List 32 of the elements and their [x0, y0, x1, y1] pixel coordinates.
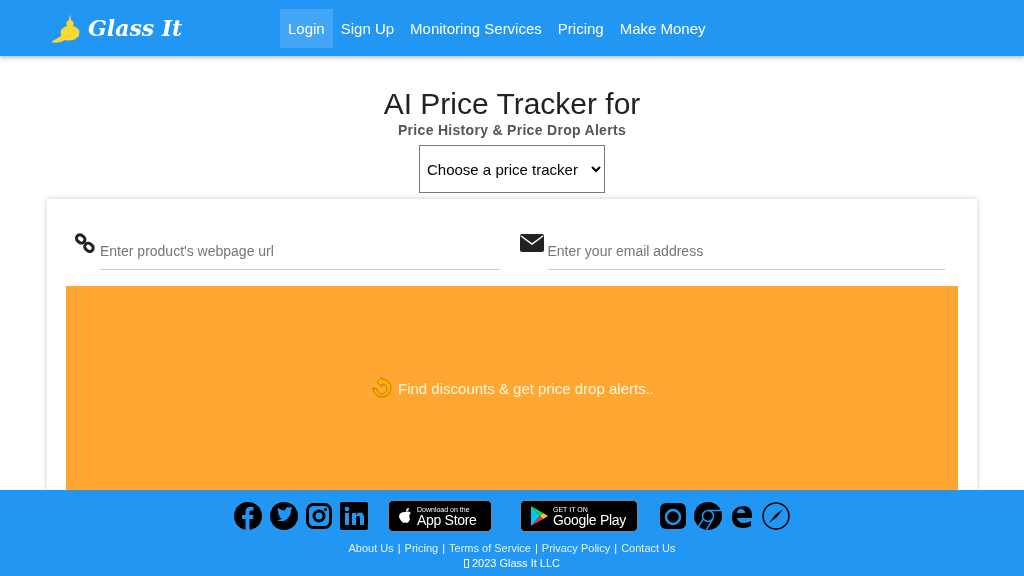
twitter-icon[interactable]	[270, 502, 298, 530]
footer-link[interactable]: Privacy Policy	[541, 542, 611, 554]
nav-link[interactable]: Make Money	[611, 8, 714, 48]
nav-link[interactable]: Login	[280, 8, 333, 48]
nav-link[interactable]: Pricing	[549, 8, 612, 48]
refresh-arrow-icon	[370, 376, 394, 400]
link-separator: |	[614, 542, 618, 554]
apple-icon	[397, 507, 413, 525]
link-separator: |	[397, 542, 401, 554]
tracker-dropdown[interactable]: Choose a price tracker	[419, 145, 605, 193]
linkedin-icon[interactable]	[340, 502, 368, 530]
edge-icon[interactable]	[730, 504, 754, 528]
link-separator: |	[442, 542, 446, 554]
page-title: AI Price Tracker for	[383, 86, 641, 122]
page-subtitle: Price History & Price Drop Alerts	[398, 122, 626, 138]
footer-link[interactable]: Terms of Service	[449, 542, 531, 554]
facebook-icon[interactable]	[234, 502, 262, 530]
banner-text: Find discounts & get price drop alerts..	[398, 379, 654, 397]
envelope-icon	[519, 233, 544, 253]
logo-text[interactable]: Glass It	[88, 15, 183, 41]
chrome-icon[interactable]	[694, 502, 722, 530]
copyright-text: 2023 Glass It LLC	[471, 557, 561, 569]
nav-link[interactable]: Monitoring Services	[402, 8, 550, 48]
compass-icon[interactable]	[762, 502, 790, 530]
instagram-icon[interactable]	[306, 503, 332, 529]
play-triangle-icon	[529, 505, 549, 527]
footer-link[interactable]: About Us	[348, 542, 394, 554]
footer-link[interactable]: Pricing	[404, 542, 439, 554]
nav-link[interactable]: Sign Up	[332, 8, 403, 48]
link-icon	[74, 233, 96, 255]
link-separator: |	[534, 542, 538, 554]
footer-link[interactable]: Contact Us	[621, 542, 676, 554]
